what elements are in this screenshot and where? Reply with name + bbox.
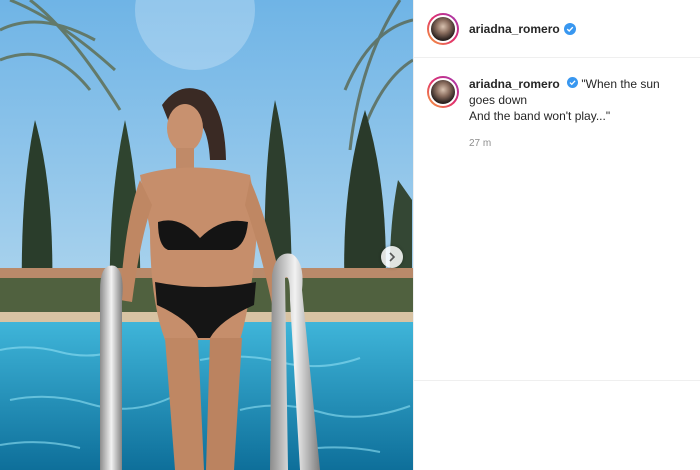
username-link[interactable]: ariadna_romero bbox=[469, 22, 560, 36]
caption-comment: ariadna_romero "When the sun goes down A… bbox=[427, 76, 689, 152]
verified-badge-icon bbox=[563, 22, 576, 35]
post-photo[interactable] bbox=[0, 0, 413, 470]
divider bbox=[414, 380, 700, 381]
next-photo-button[interactable] bbox=[381, 246, 403, 268]
username-link[interactable]: ariadna_romero bbox=[469, 77, 560, 91]
instagram-post-view: ariadna_romero ariadna_romero "When the … bbox=[0, 0, 700, 470]
post-timestamp[interactable]: 27 m bbox=[469, 136, 689, 152]
avatar[interactable] bbox=[427, 76, 459, 108]
post-side-panel: ariadna_romero ariadna_romero "When the … bbox=[413, 0, 700, 470]
chevron-right-icon bbox=[389, 252, 396, 262]
verified-badge-icon bbox=[567, 77, 579, 88]
avatar[interactable] bbox=[427, 12, 459, 45]
post-header: ariadna_romero bbox=[414, 0, 700, 58]
